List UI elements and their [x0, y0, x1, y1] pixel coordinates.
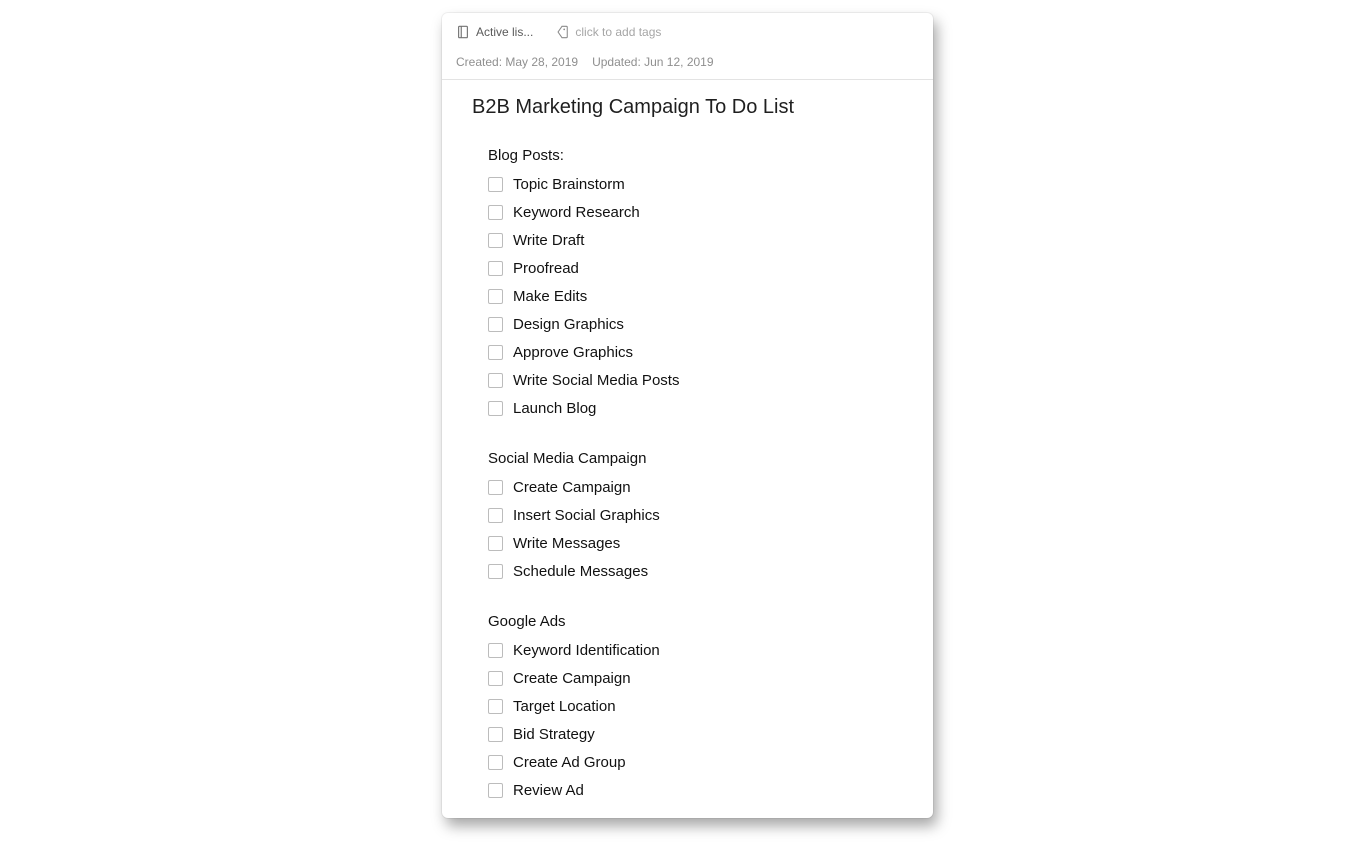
item-label[interactable]: Make Edits [513, 288, 587, 305]
list-item: Approve Graphics [488, 338, 903, 366]
checkbox[interactable] [488, 783, 503, 798]
created-label: Created: May 28, 2019 [456, 55, 578, 69]
item-label[interactable]: Approve Graphics [513, 344, 633, 361]
list-item: Keyword Identification [488, 636, 903, 664]
list-item: Write Messages [488, 529, 903, 557]
note-header: Active lis... click to add tags [442, 13, 933, 43]
section: Social Media Campaign Create Campaign Inse… [472, 450, 903, 585]
tags-placeholder[interactable]: click to add tags [575, 25, 661, 39]
item-label[interactable]: Topic Brainstorm [513, 176, 625, 193]
updated-label: Updated: Jun 12, 2019 [592, 55, 713, 69]
checkbox[interactable] [488, 508, 503, 523]
list-item: Write Draft [488, 226, 903, 254]
item-label[interactable]: Write Social Media Posts [513, 372, 679, 389]
item-label[interactable]: Create Campaign [513, 479, 631, 496]
section: Blog Posts: Topic Brainstorm Keyword Resea… [472, 147, 903, 422]
check-list: Keyword Identification Create Campaign Tar… [472, 636, 903, 804]
item-label[interactable]: Write Messages [513, 535, 620, 552]
note-title[interactable]: B2B Marketing Campaign To Do List [472, 96, 903, 119]
list-item: Review Ad [488, 776, 903, 804]
list-item: Create Campaign [488, 664, 903, 692]
item-label[interactable]: Bid Strategy [513, 726, 595, 743]
checkbox[interactable] [488, 205, 503, 220]
section: Google Ads Keyword Identification Create C… [472, 613, 903, 804]
notebook-icon [456, 25, 470, 39]
checkbox[interactable] [488, 401, 503, 416]
checkbox[interactable] [488, 177, 503, 192]
item-label[interactable]: Write Draft [513, 232, 584, 249]
tag-icon [555, 25, 569, 39]
item-label[interactable]: Proofread [513, 260, 579, 277]
check-list: Create Campaign Insert Social Graphics Wri… [472, 473, 903, 585]
list-item: Keyword Research [488, 198, 903, 226]
item-label[interactable]: Review Ad [513, 782, 584, 799]
item-label[interactable]: Create Campaign [513, 670, 631, 687]
item-label[interactable]: Launch Blog [513, 400, 596, 417]
item-label[interactable]: Schedule Messages [513, 563, 648, 580]
item-label[interactable]: Target Location [513, 698, 616, 715]
checkbox[interactable] [488, 564, 503, 579]
checkbox[interactable] [488, 345, 503, 360]
section-heading[interactable]: Google Ads [472, 613, 903, 630]
list-item: Design Graphics [488, 310, 903, 338]
list-item: Schedule Messages [488, 557, 903, 585]
list-item: Topic Brainstorm [488, 170, 903, 198]
checkbox[interactable] [488, 699, 503, 714]
checkbox[interactable] [488, 671, 503, 686]
section-heading[interactable]: Social Media Campaign [472, 450, 903, 467]
checkbox[interactable] [488, 233, 503, 248]
checkbox[interactable] [488, 536, 503, 551]
list-item: Insert Social Graphics [488, 501, 903, 529]
note-card: Active lis... click to add tags Created:… [442, 13, 933, 818]
item-label[interactable]: Keyword Research [513, 204, 640, 221]
list-item: Create Campaign [488, 473, 903, 501]
item-label[interactable]: Design Graphics [513, 316, 624, 333]
checkbox[interactable] [488, 289, 503, 304]
item-label[interactable]: Insert Social Graphics [513, 507, 660, 524]
checkbox[interactable] [488, 373, 503, 388]
checkbox[interactable] [488, 480, 503, 495]
item-label[interactable]: Create Ad Group [513, 754, 626, 771]
notebook-name[interactable]: Active lis... [476, 25, 533, 39]
list-item: Launch Blog [488, 394, 903, 422]
note-content[interactable]: B2B Marketing Campaign To Do List Blog P… [442, 80, 933, 818]
section-heading[interactable]: Blog Posts: [472, 147, 903, 164]
item-label[interactable]: Keyword Identification [513, 642, 660, 659]
list-item: Make Edits [488, 282, 903, 310]
checkbox[interactable] [488, 727, 503, 742]
list-item: Write Social Media Posts [488, 366, 903, 394]
checkbox[interactable] [488, 643, 503, 658]
checkbox[interactable] [488, 755, 503, 770]
list-item: Create Ad Group [488, 748, 903, 776]
checkbox[interactable] [488, 261, 503, 276]
list-item: Target Location [488, 692, 903, 720]
list-item: Bid Strategy [488, 720, 903, 748]
note-meta: Created: May 28, 2019 Updated: Jun 12, 2… [442, 43, 933, 79]
check-list: Topic Brainstorm Keyword Research Write Dr… [472, 170, 903, 422]
checkbox[interactable] [488, 317, 503, 332]
list-item: Proofread [488, 254, 903, 282]
